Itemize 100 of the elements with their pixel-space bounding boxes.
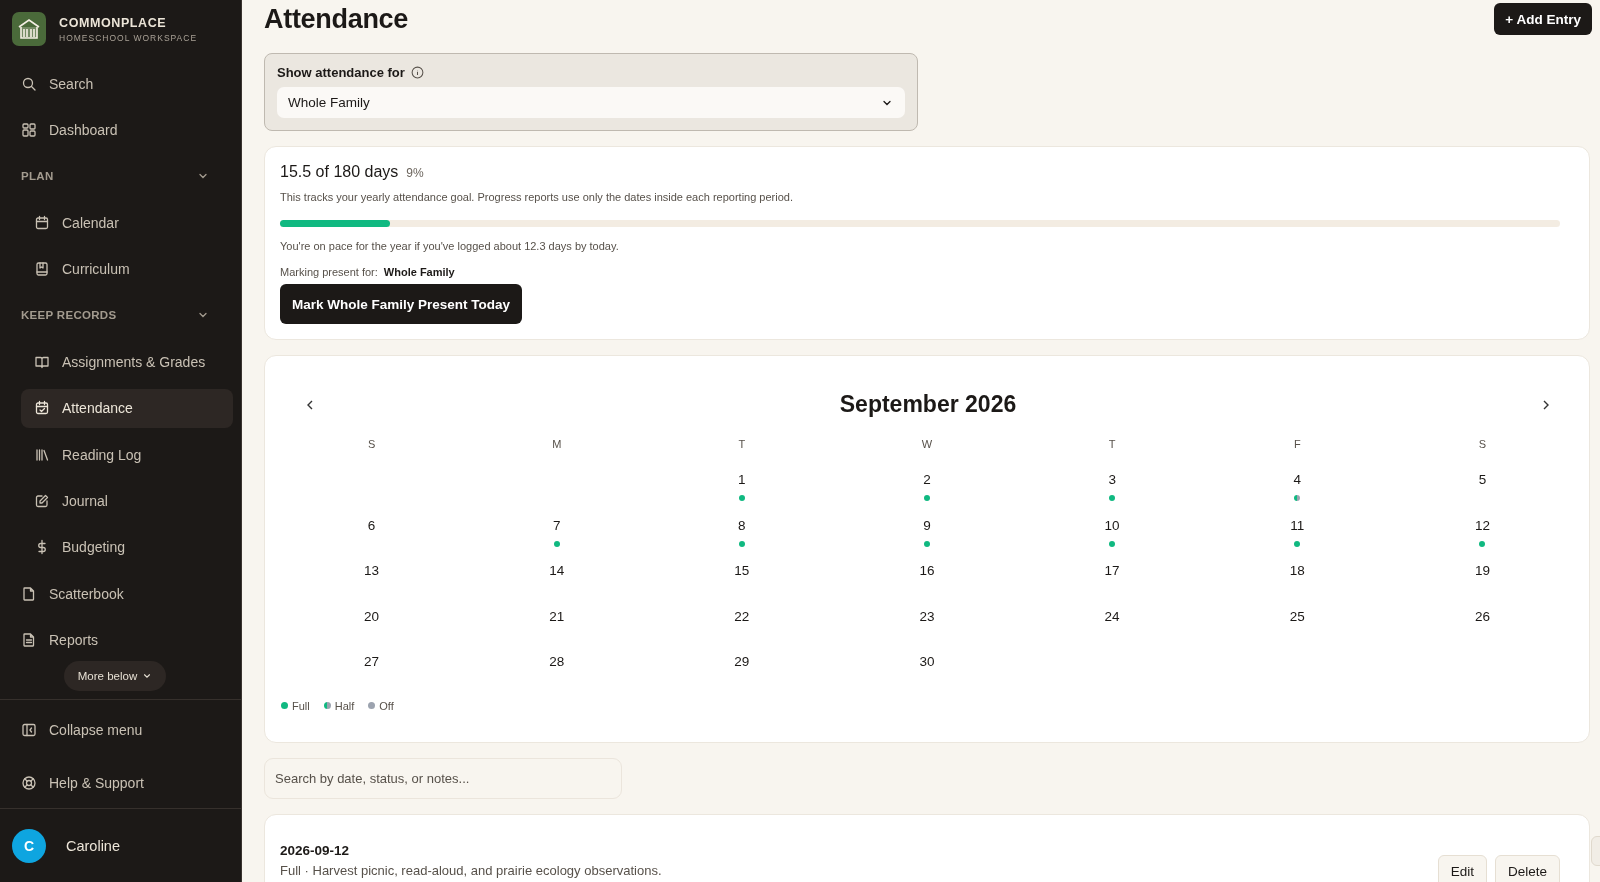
- nav-item[interactable]: Curriculum: [21, 249, 229, 289]
- day-number[interactable]: 15: [734, 563, 750, 578]
- day-number[interactable]: 20: [364, 608, 380, 624]
- nav-item[interactable]: Dashboard: [21, 110, 229, 150]
- weekday-label: M: [552, 438, 562, 450]
- mark-present-button[interactable]: Mark Whole Family Present Today: [280, 284, 523, 324]
- day-number[interactable]: 17: [1104, 563, 1120, 578]
- status-dot: [738, 495, 745, 501]
- entry-action-button[interactable]: Delete: [1494, 854, 1560, 882]
- nav-item[interactable]: Journal: [21, 481, 229, 521]
- nav-item[interactable]: Collapse menu: [21, 710, 229, 750]
- search-field[interactable]: Search by date, status, or notes...: [264, 757, 622, 799]
- entry-action-button[interactable]: Edit: [1437, 854, 1487, 882]
- pace-note: You're on pace for the year if you've logged about 12.3 days by today.: [280, 240, 620, 252]
- grid-icon: [21, 121, 37, 138]
- status-dot: [553, 540, 560, 547]
- month-title: September 2026: [839, 391, 1017, 418]
- filter-label: Show attendance for: [277, 65, 405, 80]
- nav-item[interactable]: Budgeting: [21, 527, 229, 567]
- day-number[interactable]: 25: [1289, 608, 1305, 624]
- day-number[interactable]: 28: [549, 654, 565, 669]
- day-number[interactable]: 23: [919, 608, 935, 624]
- nav-item[interactable]: Reading Log: [21, 435, 229, 475]
- status-dot: [924, 540, 930, 547]
- marking-value: Whole Family: [383, 266, 455, 278]
- weekday-label: S: [367, 438, 376, 450]
- section-heading: KEEP RECORDS: [21, 309, 117, 322]
- day-number[interactable]: 3: [1108, 472, 1116, 487]
- nav-item[interactable]: Attendance: [21, 388, 233, 428]
- user-name: Caroline: [66, 837, 120, 854]
- nav-item[interactable]: Assignments & Grades: [21, 342, 229, 382]
- status-dot: [1109, 540, 1116, 547]
- edit-icon: [34, 493, 50, 509]
- days-count: 15.5 of 180 days: [280, 163, 399, 181]
- status-dot: [1479, 540, 1486, 547]
- day-number[interactable]: 29: [734, 654, 750, 669]
- day-number[interactable]: 7: [552, 517, 561, 533]
- entry-date: 2026-09-12: [280, 842, 351, 858]
- day-number[interactable]: 26: [1474, 608, 1490, 624]
- day-number[interactable]: 24: [1104, 608, 1120, 624]
- status-dot: [323, 702, 331, 709]
- section-heading: PLAN: [21, 170, 54, 183]
- weekday-label: T: [738, 438, 746, 450]
- nav-item[interactable]: Search: [21, 64, 229, 103]
- status-dot: [924, 495, 930, 501]
- legend-label: Half: [334, 699, 355, 712]
- weekday-label: W: [921, 438, 933, 450]
- day-number[interactable]: 14: [549, 563, 565, 578]
- info-icon: [410, 66, 424, 79]
- day-number[interactable]: 11: [1290, 517, 1305, 533]
- day-number[interactable]: 6: [367, 517, 376, 533]
- status-dot: [1294, 495, 1301, 501]
- nav-item[interactable]: Calendar: [21, 203, 229, 243]
- day-number[interactable]: 19: [1474, 563, 1490, 578]
- day-number[interactable]: 10: [1104, 517, 1120, 533]
- status-dot: [1109, 495, 1116, 501]
- day-number[interactable]: 2: [923, 472, 931, 487]
- add-entry-button[interactable]: + Add Entry: [1494, 3, 1592, 35]
- logo-icon: [12, 12, 46, 46]
- nav-item[interactable]: Reports: [21, 620, 229, 660]
- day-number[interactable]: 21: [549, 608, 565, 624]
- percent-label: 9%: [406, 166, 424, 180]
- legend-label: Full: [292, 699, 310, 712]
- day-number[interactable]: 9: [923, 517, 931, 533]
- day-number[interactable]: 12: [1474, 517, 1490, 533]
- day-number[interactable]: 13: [364, 563, 380, 578]
- sidebar-icon: [21, 721, 37, 738]
- status-dot: [1294, 540, 1301, 547]
- weekday-label: F: [1293, 438, 1301, 450]
- status-dot: [368, 702, 376, 709]
- brand-tagline: HOMESCHOOL WORKSPACE: [59, 32, 198, 43]
- day-number[interactable]: 18: [1289, 563, 1305, 578]
- family-select[interactable]: Whole Family: [277, 87, 905, 118]
- nav-item[interactable]: Scatterbook: [21, 574, 229, 614]
- marking-label: Marking present for:: [280, 266, 378, 278]
- day-number[interactable]: 27: [364, 654, 380, 669]
- day-number[interactable]: 8: [738, 517, 746, 533]
- day-number[interactable]: 1: [738, 472, 746, 487]
- page-title: Attendance: [264, 3, 409, 35]
- day-number[interactable]: 5: [1478, 472, 1487, 487]
- description-text: This tracks your yearly attendance goal. Progress reports use only the dates inside each reporting period.: [280, 191, 794, 203]
- day-number[interactable]: 22: [734, 608, 750, 624]
- search-icon: [21, 75, 37, 92]
- calendar-icon: [34, 214, 50, 231]
- books-icon: [34, 446, 50, 463]
- day-number[interactable]: 30: [919, 654, 935, 669]
- document-icon: [21, 632, 37, 649]
- brand-name: COMMONPLACE: [59, 15, 168, 30]
- more-below-button[interactable]: More below: [63, 661, 167, 692]
- status-dot: [738, 540, 745, 547]
- entry-summary: Full · Harvest picnic, read-aloud, and prairie ecology observations.: [280, 862, 662, 878]
- day-number[interactable]: 16: [919, 563, 935, 578]
- lifebuoy-icon: [21, 774, 37, 791]
- status-dot: [281, 702, 288, 709]
- nav-item[interactable]: Help & Support: [21, 763, 229, 803]
- book-icon: [34, 261, 50, 278]
- day-number[interactable]: 4: [1293, 472, 1302, 487]
- weekday-label: T: [1108, 438, 1116, 450]
- page-icon: [21, 585, 37, 602]
- weekday-label: S: [1478, 438, 1487, 450]
